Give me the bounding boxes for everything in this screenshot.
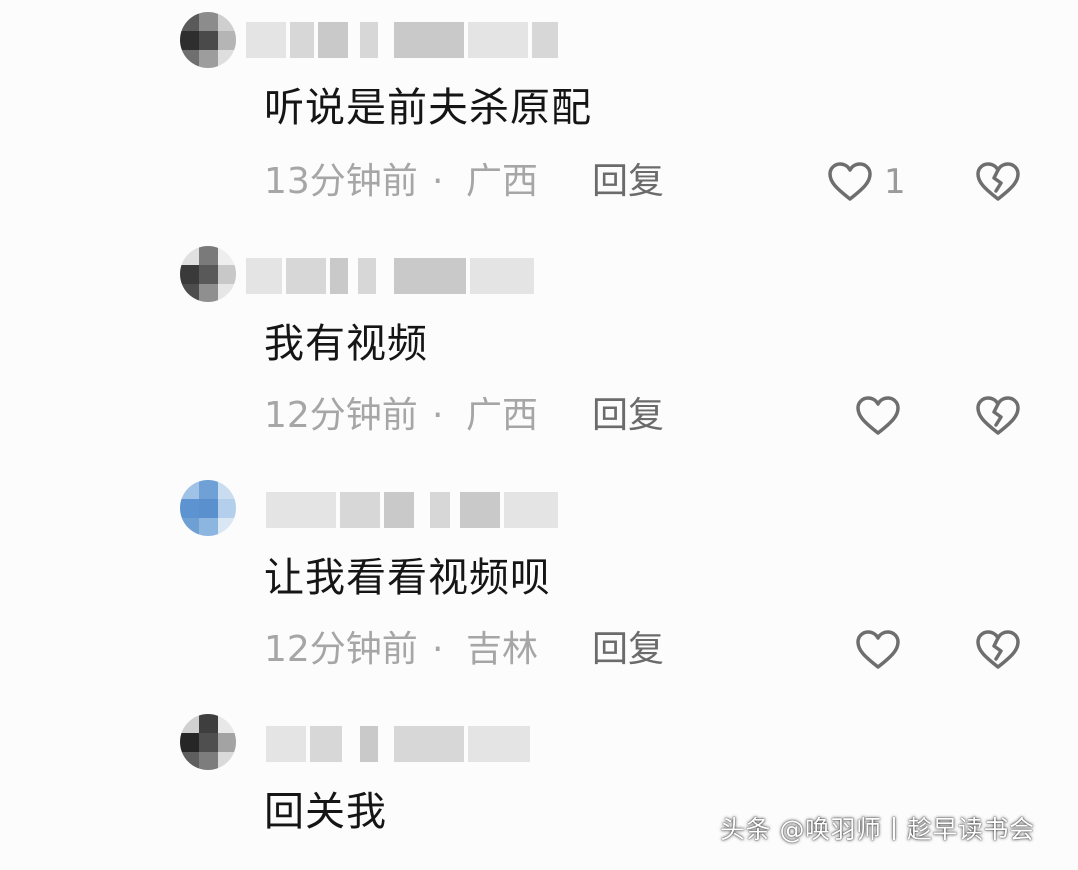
comment-location: 吉林 bbox=[466, 629, 539, 670]
source-watermark: 头条 @唤羽师丨趁早读书会 bbox=[720, 815, 1035, 844]
broken-heart-icon[interactable] bbox=[974, 392, 1022, 440]
avatar[interactable] bbox=[180, 246, 236, 302]
reply-button[interactable]: 回复 bbox=[592, 160, 664, 204]
username-blurred[interactable] bbox=[246, 492, 576, 528]
comment-text: 让我看看视频呗 bbox=[264, 555, 551, 601]
username-blurred[interactable] bbox=[246, 22, 576, 58]
username-blurred[interactable] bbox=[246, 258, 576, 294]
reply-button[interactable]: 回复 bbox=[592, 628, 664, 672]
heart-outline-icon[interactable] bbox=[854, 392, 902, 440]
comment-location: 广西 bbox=[466, 395, 539, 436]
reply-button[interactable]: 回复 bbox=[592, 394, 664, 438]
broken-heart-icon[interactable] bbox=[974, 158, 1022, 206]
comment-text: 我有视频 bbox=[264, 321, 428, 367]
comment-item: 我有视频 12分钟前 · 广西 回复 bbox=[0, 234, 1078, 468]
avatar[interactable] bbox=[180, 12, 236, 68]
heart-outline-icon[interactable] bbox=[826, 158, 874, 206]
heart-outline-icon[interactable] bbox=[854, 626, 902, 674]
comment-item: 让我看看视频呗 12分钟前 · 吉林 回复 bbox=[0, 468, 1078, 702]
meta-separator: · bbox=[432, 395, 444, 436]
comment-text: 回关我 bbox=[264, 789, 387, 835]
avatar[interactable] bbox=[180, 714, 236, 770]
avatar[interactable] bbox=[180, 480, 236, 536]
comment-time: 12分钟前 bbox=[264, 395, 418, 436]
comment-item: 听说是前夫杀原配 13分钟前 · 广西 回复 1 bbox=[0, 0, 1078, 234]
comment-time: 13分钟前 bbox=[264, 161, 418, 202]
comment-location: 广西 bbox=[466, 161, 539, 202]
broken-heart-icon[interactable] bbox=[974, 626, 1022, 674]
comment-time: 12分钟前 bbox=[264, 629, 418, 670]
meta-separator: · bbox=[432, 161, 444, 202]
comment-text: 听说是前夫杀原配 bbox=[264, 85, 592, 131]
username-blurred[interactable] bbox=[246, 726, 576, 762]
meta-separator: · bbox=[432, 629, 444, 670]
like-count: 1 bbox=[884, 162, 906, 202]
